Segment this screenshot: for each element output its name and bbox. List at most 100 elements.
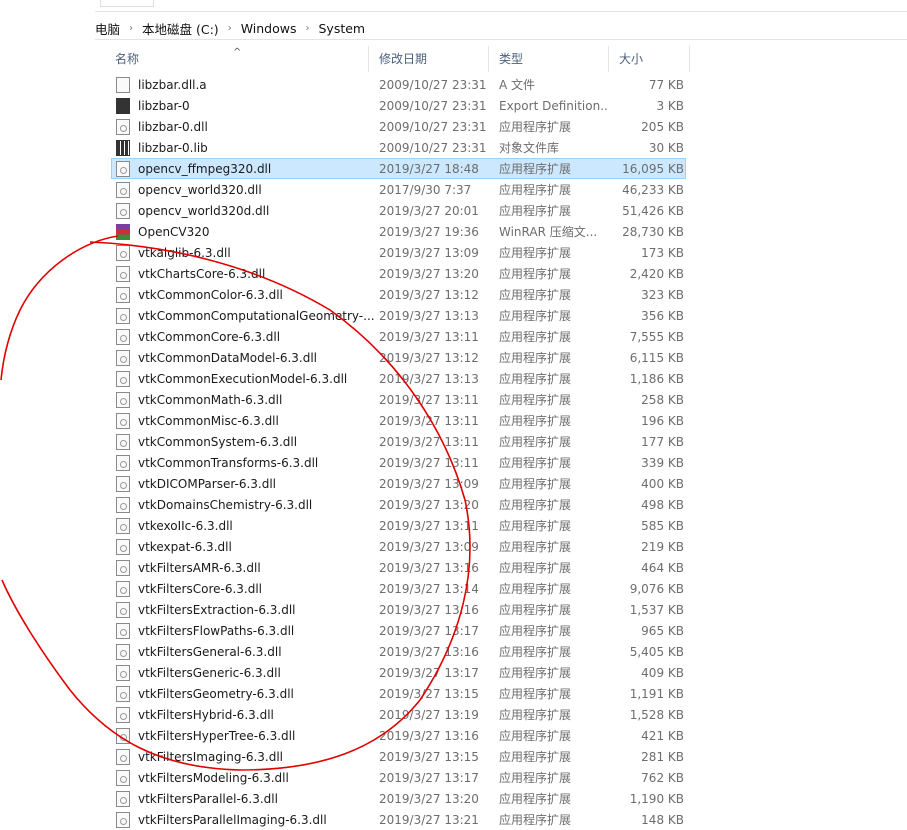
file-row[interactable]: vtkFiltersFlowPaths-6.3.dll 2019/3/27 13…	[111, 620, 686, 641]
file-date: 2019/3/27 13:11	[379, 518, 479, 533]
file-row[interactable]: libzbar-0 2009/10/27 23:31 Export Defini…	[111, 95, 686, 116]
file-name: vtkexoIIc-6.3.dll	[138, 518, 233, 533]
file-name: vtkCommonDataModel-6.3.dll	[138, 350, 317, 365]
file-row[interactable]: vtkFiltersHybrid-6.3.dll 2019/3/27 13:19…	[111, 704, 686, 725]
file-type: 应用程序扩展	[499, 540, 572, 554]
file-name: libzbar-0.lib	[138, 140, 208, 155]
file-type: 应用程序扩展	[499, 351, 572, 365]
file-date: 2019/3/27 13:09	[379, 539, 479, 554]
breadcrumb-windows[interactable]: Windows	[241, 21, 297, 36]
file-date: 2009/10/27 23:31	[379, 119, 487, 134]
file-size: 177 KB	[641, 434, 684, 449]
file-date: 2019/3/27 13:11	[379, 413, 479, 428]
file-row[interactable]: vtkDomainsChemistry-6.3.dll 2019/3/27 13…	[111, 494, 686, 515]
file-type: 应用程序扩展	[499, 624, 572, 638]
file-row[interactable]: libzbar.dll.a 2009/10/27 23:31 A 文件 77 K…	[111, 74, 686, 95]
file-row[interactable]: vtkCommonCore-6.3.dll 2019/3/27 13:11 应用…	[111, 326, 686, 347]
file-name: vtkalglib-6.3.dll	[138, 245, 231, 260]
file-row[interactable]: vtkCommonExecutionModel-6.3.dll 2019/3/2…	[111, 368, 686, 389]
file-type: WinRAR 压缩文...	[499, 225, 598, 239]
file-date: 2019/3/27 13:20	[379, 266, 479, 281]
file-row[interactable]: vtkFiltersGeometry-6.3.dll 2019/3/27 13:…	[111, 683, 686, 704]
file-type: 应用程序扩展	[499, 498, 572, 512]
file-size: 498 KB	[641, 497, 684, 512]
file-date: 2019/3/27 13:20	[379, 497, 479, 512]
file-row[interactable]: vtkCommonSystem-6.3.dll 2019/3/27 13:11 …	[111, 431, 686, 452]
file-date: 2019/3/27 13:14	[379, 581, 479, 596]
file-date: 2019/3/27 13:12	[379, 350, 479, 365]
file-row[interactable]: vtkFiltersGeneral-6.3.dll 2019/3/27 13:1…	[111, 641, 686, 662]
file-size: 2,420 KB	[629, 266, 684, 281]
column-type[interactable]: 类型	[489, 46, 609, 72]
file-row[interactable]: vtkFiltersGeneric-6.3.dll 2019/3/27 13:1…	[111, 662, 686, 683]
file-row[interactable]: vtkCommonTransforms-6.3.dll 2019/3/27 13…	[111, 452, 686, 473]
file-size: 323 KB	[641, 287, 684, 302]
file-row[interactable]: vtkFiltersExtraction-6.3.dll 2019/3/27 1…	[111, 599, 686, 620]
dll-file-icon	[116, 727, 130, 744]
file-row[interactable]: opencv_world320d.dll 2019/3/27 20:01 应用程…	[111, 200, 686, 221]
lib-file-icon	[116, 139, 130, 156]
file-type: 应用程序扩展	[499, 666, 572, 680]
file-row[interactable]: OpenCV320 2019/3/27 19:36 WinRAR 压缩文... …	[111, 221, 686, 242]
file-row[interactable]: vtkCommonMisc-6.3.dll 2019/3/27 13:11 应用…	[111, 410, 686, 431]
column-date[interactable]: 修改日期	[369, 46, 489, 72]
file-row[interactable]: vtkCommonDataModel-6.3.dll 2019/3/27 13:…	[111, 347, 686, 368]
file-row[interactable]: vtkFiltersModeling-6.3.dll 2019/3/27 13:…	[111, 767, 686, 788]
file-row[interactable]: vtkFiltersParallelImaging-6.3.dll 2019/3…	[111, 809, 686, 830]
column-name[interactable]: ^ 名称	[105, 46, 369, 72]
file-name: libzbar-0	[138, 98, 190, 113]
file-row[interactable]: vtkFiltersImaging-6.3.dll 2019/3/27 13:1…	[111, 746, 686, 767]
column-name-label: 名称	[115, 52, 140, 66]
file-size: 28,730 KB	[622, 224, 684, 239]
file-type: 应用程序扩展	[499, 561, 572, 575]
rar-file-icon	[116, 223, 130, 240]
file-size: 1,191 KB	[629, 686, 684, 701]
ribbon-tab[interactable]	[100, 0, 154, 7]
file-row[interactable]: vtkFiltersHyperTree-6.3.dll 2019/3/27 13…	[111, 725, 686, 746]
file-type: A 文件	[499, 78, 536, 92]
dll-file-icon	[116, 601, 130, 618]
file-name: vtkCommonTransforms-6.3.dll	[138, 455, 319, 470]
file-type: 应用程序扩展	[499, 813, 572, 827]
breadcrumb-system[interactable]: System	[319, 21, 366, 36]
file-row[interactable]: vtkCommonMath-6.3.dll 2019/3/27 13:11 应用…	[111, 389, 686, 410]
file-date: 2019/3/27 18:48	[379, 161, 479, 176]
file-size: 46,233 KB	[622, 182, 684, 197]
file-row[interactable]: vtkDICOMParser-6.3.dll 2019/3/27 13:09 应…	[111, 473, 686, 494]
column-size-label: 大小	[619, 52, 644, 66]
file-row[interactable]: vtkFiltersCore-6.3.dll 2019/3/27 13:14 应…	[111, 578, 686, 599]
file-date: 2019/3/27 13:13	[379, 371, 479, 386]
file-row[interactable]: libzbar-0.lib 2009/10/27 23:31 对象文件库 30 …	[111, 137, 686, 158]
file-row[interactable]: vtkFiltersParallel-6.3.dll 2019/3/27 13:…	[111, 788, 686, 809]
file-row[interactable]: vtkCommonComputationalGeometry-... 2019/…	[111, 305, 686, 326]
file-size: 339 KB	[641, 455, 684, 470]
file-size: 148 KB	[641, 812, 684, 827]
file-date: 2019/3/27 13:12	[379, 287, 479, 302]
breadcrumb[interactable]: 电脑 › 本地磁盘 (C:) › Windows › System	[95, 17, 365, 39]
file-type: 应用程序扩展	[499, 435, 572, 449]
file-row[interactable]: libzbar-0.dll 2009/10/27 23:31 应用程序扩展 20…	[111, 116, 686, 137]
dll-file-icon	[116, 664, 130, 681]
file-size: 6,115 KB	[629, 350, 684, 365]
file-date: 2009/10/27 23:31	[379, 98, 487, 113]
file-date: 2019/3/27 13:16	[379, 560, 479, 575]
file-row[interactable]: vtkexpat-6.3.dll 2019/3/27 13:09 应用程序扩展 …	[111, 536, 686, 557]
def-file-icon	[116, 97, 130, 114]
file-row[interactable]: opencv_ffmpeg320.dll 2019/3/27 18:48 应用程…	[111, 158, 686, 179]
breadcrumb-this-pc[interactable]: 电脑	[95, 19, 120, 38]
file-date: 2019/3/27 13:09	[379, 476, 479, 491]
file-size: 196 KB	[641, 413, 684, 428]
column-size[interactable]: 大小	[609, 46, 690, 72]
dll-file-icon	[116, 265, 130, 282]
file-row[interactable]: vtkFiltersAMR-6.3.dll 2019/3/27 13:16 应用…	[111, 557, 686, 578]
file-size: 258 KB	[641, 392, 684, 407]
file-row[interactable]: vtkalglib-6.3.dll 2019/3/27 13:09 应用程序扩展…	[111, 242, 686, 263]
file-row[interactable]: vtkexoIIc-6.3.dll 2019/3/27 13:11 应用程序扩展…	[111, 515, 686, 536]
file-name: vtkFiltersParallelImaging-6.3.dll	[138, 812, 327, 827]
breadcrumb-local-disk[interactable]: 本地磁盘 (C:)	[142, 19, 219, 38]
file-row[interactable]: vtkCommonColor-6.3.dll 2019/3/27 13:12 应…	[111, 284, 686, 305]
file-date: 2019/3/27 13:11	[379, 455, 479, 470]
file-size: 3 KB	[656, 98, 684, 113]
file-row[interactable]: vtkChartsCore-6.3.dll 2019/3/27 13:20 应用…	[111, 263, 686, 284]
file-row[interactable]: opencv_world320.dll 2017/9/30 7:37 应用程序扩…	[111, 179, 686, 200]
